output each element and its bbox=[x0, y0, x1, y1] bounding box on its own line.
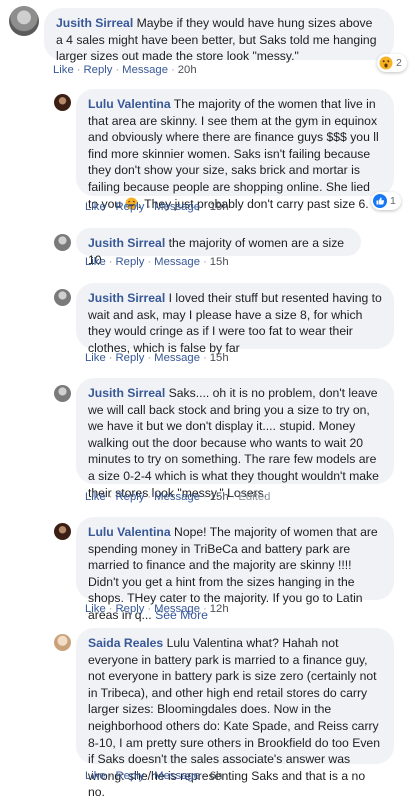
avatar[interactable] bbox=[54, 634, 71, 651]
comment-bubble: Lulu Valentina The majority of the women… bbox=[76, 89, 394, 211]
reply-link[interactable]: Reply bbox=[116, 352, 145, 364]
separator: · bbox=[108, 201, 113, 213]
separator: · bbox=[203, 352, 207, 364]
comment-timestamp[interactable]: 6h bbox=[210, 770, 223, 782]
separator: · bbox=[108, 256, 113, 268]
reaction-count: 1 bbox=[390, 195, 396, 207]
comment-bubble: Jusith Sirreal the majority of women are… bbox=[76, 228, 361, 267]
reply-link[interactable]: Reply bbox=[116, 603, 145, 615]
comment-actions: Like · Reply · Message · 19h bbox=[85, 201, 229, 213]
separator: · bbox=[76, 64, 81, 76]
reaction-badge[interactable]: 2 bbox=[377, 54, 407, 72]
reply-link[interactable]: Reply bbox=[116, 770, 145, 782]
message-link[interactable]: Message bbox=[154, 603, 200, 615]
separator: · bbox=[108, 770, 113, 782]
reply-link[interactable]: Reply bbox=[84, 64, 113, 76]
comment-timestamp[interactable]: 12h bbox=[210, 603, 229, 615]
comment-timestamp[interactable]: 15h bbox=[210, 352, 229, 364]
comment-bubble: Saida Reales Lulu Valentina what? Hahah … bbox=[76, 628, 394, 799]
like-link[interactable]: Like bbox=[85, 256, 106, 268]
separator: · bbox=[147, 603, 152, 615]
separator: · bbox=[115, 64, 120, 76]
comment-actions: Like · Reply · Message · 15h bbox=[85, 256, 229, 268]
avatar[interactable] bbox=[54, 234, 71, 251]
like-link[interactable]: Like bbox=[85, 603, 106, 615]
separator: · bbox=[108, 603, 113, 615]
comment-bubble: Jusith Sirreal I loved their stuff but r… bbox=[76, 283, 394, 355]
commenter-name[interactable]: Jusith Sirreal bbox=[88, 386, 165, 400]
comment-actions: Like · Reply · Message · 15h bbox=[85, 352, 229, 364]
edited-label[interactable]: Edited bbox=[238, 491, 270, 503]
like-link[interactable]: Like bbox=[85, 352, 106, 364]
separator: · bbox=[231, 491, 236, 503]
separator: · bbox=[203, 603, 207, 615]
avatar[interactable] bbox=[9, 6, 39, 36]
separator: · bbox=[203, 201, 207, 213]
separator: · bbox=[108, 491, 113, 503]
separator: · bbox=[147, 256, 152, 268]
like-link[interactable]: Like bbox=[53, 64, 74, 76]
comment-bubble: Jusith Sirreal Maybe if they would have … bbox=[44, 8, 394, 63]
commenter-name[interactable]: Lulu Valentina bbox=[88, 525, 171, 539]
avatar[interactable] bbox=[54, 289, 71, 306]
separator: · bbox=[203, 491, 207, 503]
separator: · bbox=[147, 352, 152, 364]
comment-text: Saks.... oh it is no problem, don't leav… bbox=[88, 386, 379, 500]
comment-timestamp[interactable]: 15h bbox=[210, 256, 229, 268]
comment-timestamp[interactable]: 19h bbox=[210, 201, 229, 213]
message-link[interactable]: Message bbox=[122, 64, 168, 76]
reaction-badge[interactable]: 1 bbox=[371, 192, 401, 210]
comment-text: The majority of the women that live in t… bbox=[88, 97, 379, 211]
like-link[interactable]: Like bbox=[85, 201, 106, 213]
reply-link[interactable]: Reply bbox=[116, 491, 145, 503]
comment-actions: Like · Reply · Message · 20h bbox=[53, 64, 197, 76]
separator: · bbox=[203, 770, 207, 782]
avatar[interactable] bbox=[54, 385, 71, 402]
commenter-name[interactable]: Lulu Valentina bbox=[88, 97, 171, 111]
reply-link[interactable]: Reply bbox=[116, 201, 145, 213]
commenter-name[interactable]: Jusith Sirreal bbox=[88, 236, 165, 250]
message-link[interactable]: Message bbox=[154, 352, 200, 364]
like-link[interactable]: Like bbox=[85, 491, 106, 503]
commenter-name[interactable]: Jusith Sirreal bbox=[88, 291, 165, 305]
commenter-name[interactable]: Jusith Sirreal bbox=[56, 16, 133, 30]
comment-bubble: Jusith Sirreal Saks.... oh it is no prob… bbox=[76, 378, 394, 500]
separator: · bbox=[171, 64, 175, 76]
separator: · bbox=[203, 256, 207, 268]
comment-actions: Like · Reply · Message · 12h bbox=[85, 603, 229, 615]
reaction-count: 2 bbox=[396, 57, 402, 69]
separator: · bbox=[147, 201, 152, 213]
message-link[interactable]: Message bbox=[154, 491, 200, 503]
message-link[interactable]: Message bbox=[154, 256, 200, 268]
message-link[interactable]: Message bbox=[154, 201, 200, 213]
avatar[interactable] bbox=[54, 523, 71, 540]
message-link[interactable]: Message bbox=[154, 770, 200, 782]
separator: · bbox=[147, 491, 152, 503]
comment-bubble: Lulu Valentina Nope! The majority of wom… bbox=[76, 517, 394, 622]
comment-actions: Like · Reply · Message · 15h · Edited bbox=[85, 491, 270, 503]
comment-actions: Like · Reply · Message · 6h bbox=[85, 770, 222, 782]
separator: · bbox=[108, 352, 113, 364]
wow-emoji-icon bbox=[379, 56, 393, 70]
separator: · bbox=[147, 770, 152, 782]
avatar[interactable] bbox=[54, 94, 71, 111]
like-link[interactable]: Like bbox=[85, 770, 106, 782]
reply-link[interactable]: Reply bbox=[116, 256, 145, 268]
commenter-name[interactable]: Saida Reales bbox=[88, 636, 163, 650]
comment-timestamp[interactable]: 20h bbox=[178, 64, 197, 76]
thumbs-up-icon bbox=[373, 194, 387, 208]
comment-timestamp[interactable]: 15h bbox=[210, 491, 229, 503]
